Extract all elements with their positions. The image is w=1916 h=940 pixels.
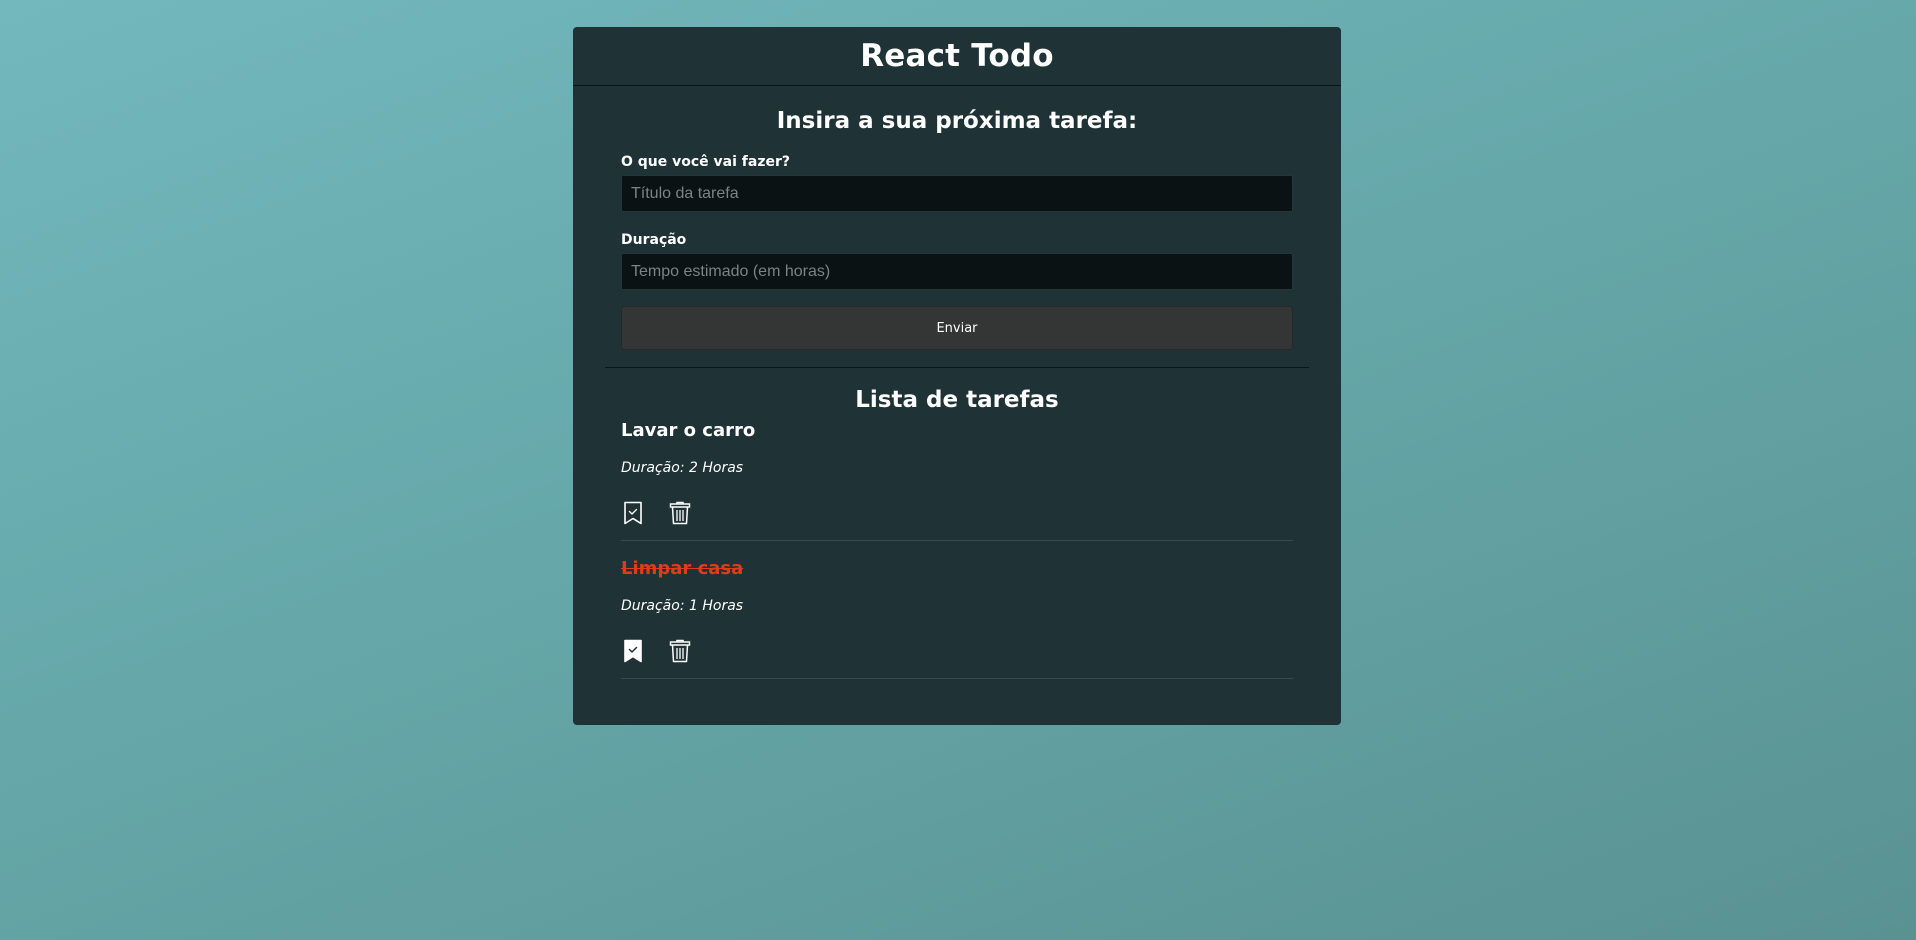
task-form: Insira a sua próxima tarefa: O que você … [605,86,1309,368]
task-duration: Duração: 1 Horas [621,598,744,614]
task-title: Limpar casa [621,558,744,579]
form-title: Insira a sua próxima tarefa: [776,108,1138,134]
app-header: React Todo [573,27,1341,86]
task-actions [621,500,1293,526]
task-item: Limpar casa Duração: 1 Horas [621,541,1293,679]
bookmark-check-filled-icon[interactable] [621,638,644,664]
task-duration: Duração: 2 Horas [621,460,744,476]
task-item: Lavar o carro Duração: 2 Horas [621,417,1293,541]
task-list: Lista de tarefas Lavar o carro Duração: … [573,368,1341,679]
trash-icon[interactable] [668,638,691,664]
submit-button[interactable]: Enviar [621,306,1293,350]
task-title-input[interactable] [621,175,1293,212]
todo-app-panel: React Todo Insira a sua próxima tarefa: … [573,27,1341,725]
task-title: Lavar o carro [621,420,756,441]
task-duration-input[interactable] [621,253,1293,290]
task-actions [621,638,1293,664]
app-title: React Todo [860,38,1054,74]
list-title: Lista de tarefas [855,387,1059,413]
task-duration-label: Duração [621,232,687,248]
bookmark-check-outline-icon[interactable] [621,500,644,526]
task-title-label: O que você vai fazer? [621,154,790,170]
trash-icon[interactable] [668,500,691,526]
